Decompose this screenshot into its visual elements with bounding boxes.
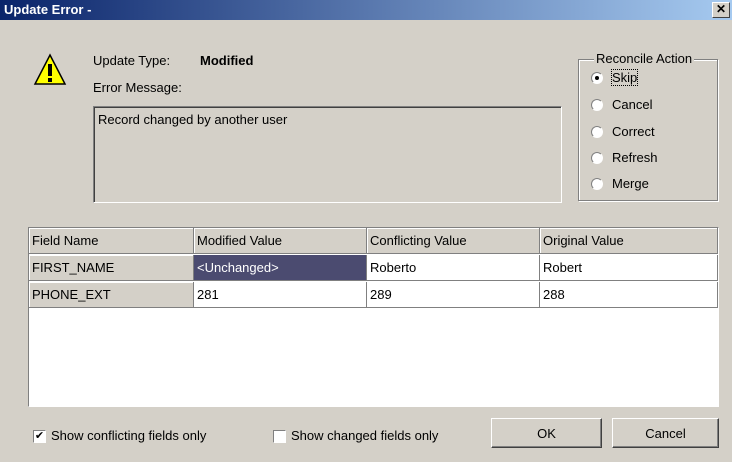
- checkbox-box: [273, 430, 286, 443]
- table-row[interactable]: PHONE_EXT 281 289 288: [29, 282, 718, 309]
- header-modified-value[interactable]: Modified Value: [194, 228, 367, 254]
- cancel-button[interactable]: Cancel: [612, 418, 719, 448]
- checkbox-box: ✔: [33, 430, 46, 443]
- radio-label: Merge: [612, 176, 649, 191]
- cell-modified-value[interactable]: <Unchanged>: [194, 255, 367, 281]
- radio-dot: [591, 126, 603, 138]
- grid-header-row: Field Name Modified Value Conflicting Va…: [29, 228, 718, 255]
- radio-dot: [591, 178, 603, 190]
- cell-field-name: FIRST_NAME: [29, 255, 194, 281]
- title-bar: Update Error - ✕: [0, 0, 732, 20]
- cell-field-name: PHONE_EXT: [29, 282, 194, 308]
- radio-label: Cancel: [612, 97, 653, 112]
- radio-label: Skip: [610, 69, 639, 86]
- reconcile-action-title: Reconcile Action: [594, 51, 695, 66]
- update-type-value: Modified: [200, 53, 254, 68]
- error-message-label: Error Message:: [93, 80, 182, 95]
- window-title: Update Error -: [4, 2, 92, 17]
- close-button[interactable]: ✕: [712, 2, 730, 18]
- update-type-label: Update Type:: [93, 53, 171, 68]
- ok-button[interactable]: OK: [491, 418, 602, 448]
- header-field-name[interactable]: Field Name: [29, 228, 194, 254]
- checkbox-label: Show changed fields only: [291, 428, 439, 443]
- radio-dot: [591, 72, 603, 84]
- radio-label: Correct: [612, 124, 655, 139]
- cell-original-value[interactable]: Robert: [540, 255, 718, 281]
- header-original-value[interactable]: Original Value: [540, 228, 718, 254]
- cell-modified-value[interactable]: 281: [194, 282, 367, 308]
- radio-dot: [591, 152, 603, 164]
- conflict-grid[interactable]: Field Name Modified Value Conflicting Va…: [28, 227, 719, 407]
- header-conflicting-value[interactable]: Conflicting Value: [367, 228, 540, 254]
- checkbox-label: Show conflicting fields only: [51, 428, 207, 443]
- cell-conflicting-value[interactable]: Roberto: [367, 255, 540, 281]
- radio-label: Refresh: [612, 150, 658, 165]
- error-message-text: Record changed by another user: [98, 112, 288, 127]
- error-message-box[interactable]: Record changed by another user: [93, 106, 562, 203]
- warning-icon: [33, 53, 67, 85]
- radio-dot: [591, 99, 603, 111]
- cell-original-value[interactable]: 288: [540, 282, 718, 308]
- table-row[interactable]: FIRST_NAME <Unchanged> Roberto Robert: [29, 255, 718, 282]
- cell-conflicting-value[interactable]: 289: [367, 282, 540, 308]
